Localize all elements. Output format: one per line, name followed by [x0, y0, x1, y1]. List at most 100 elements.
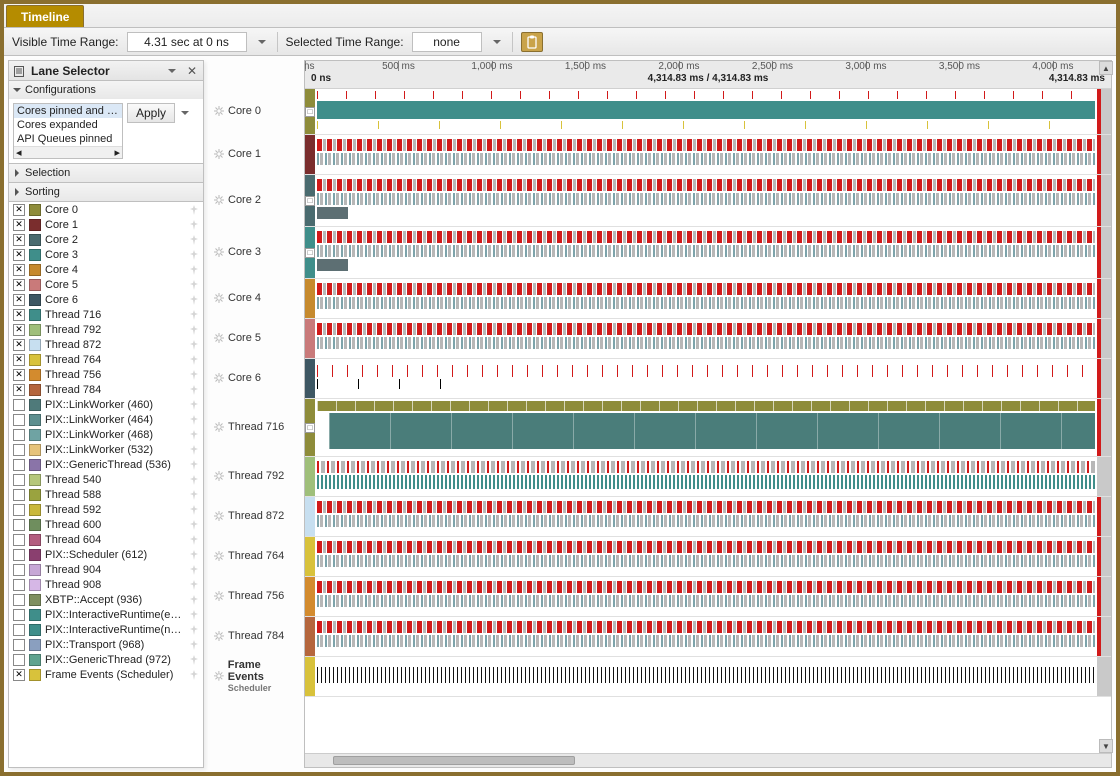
timeline-lane[interactable]: [305, 457, 1111, 497]
pin-icon[interactable]: [189, 400, 199, 410]
lane-list-row[interactable]: Thread 908: [9, 577, 203, 592]
lane-list-row[interactable]: ✕Core 2: [9, 232, 203, 247]
lane-list-row[interactable]: XBTP::Accept (936): [9, 592, 203, 607]
selected-range-dropdown[interactable]: [490, 35, 504, 49]
horizontal-scrollbar[interactable]: [305, 753, 1111, 767]
lane-checkbox[interactable]: ✕: [13, 669, 25, 681]
row-label[interactable]: Core 2: [210, 174, 298, 226]
lane-checkbox[interactable]: ✕: [13, 234, 25, 246]
lane-list-row[interactable]: PIX::GenericThread (972): [9, 652, 203, 667]
gear-icon[interactable]: [214, 106, 224, 116]
lane-list-row[interactable]: Thread 604: [9, 532, 203, 547]
timeline-lane[interactable]: □: [305, 227, 1111, 279]
timeline-lane[interactable]: [305, 497, 1111, 537]
lane-list-row[interactable]: ✕Core 5: [9, 277, 203, 292]
pin-icon[interactable]: [189, 280, 199, 290]
timeline-lane[interactable]: [305, 657, 1111, 697]
lane-checkbox[interactable]: [13, 444, 25, 456]
lane-list-row[interactable]: PIX::LinkWorker (532): [9, 442, 203, 457]
lane-list-row[interactable]: ✕Core 6: [9, 292, 203, 307]
gear-icon[interactable]: [214, 373, 224, 383]
timeline-lane[interactable]: [305, 359, 1111, 399]
lane-checkbox[interactable]: [13, 534, 25, 546]
pin-icon[interactable]: [189, 430, 199, 440]
pin-icon[interactable]: [189, 490, 199, 500]
pin-icon[interactable]: [189, 550, 199, 560]
time-ruler[interactable]: 0 ns 4,314.83 ms / 4,314.83 ms 4,314.83 …: [305, 61, 1111, 89]
lane-checkbox[interactable]: [13, 654, 25, 666]
row-label[interactable]: Thread 872: [210, 496, 298, 536]
pin-icon[interactable]: [189, 595, 199, 605]
row-label[interactable]: Core 1: [210, 134, 298, 174]
lane-list-row[interactable]: PIX::LinkWorker (464): [9, 412, 203, 427]
lane-list-row[interactable]: ✕Thread 716: [9, 307, 203, 322]
config-list[interactable]: Cores pinned and flattenedCores expanded…: [13, 103, 123, 159]
lane-list-row[interactable]: ✕Core 3: [9, 247, 203, 262]
pin-icon[interactable]: [189, 415, 199, 425]
lane-checkbox[interactable]: [13, 639, 25, 651]
config-menu-dropdown[interactable]: [178, 106, 192, 120]
lane-list-row[interactable]: PIX::Transport (968): [9, 637, 203, 652]
lane-list-row[interactable]: PIX::InteractiveRuntime(engine): [9, 607, 203, 622]
lane-list-row[interactable]: ✕Thread 872: [9, 337, 203, 352]
lane-checkbox[interactable]: ✕: [13, 249, 25, 261]
lane-checkbox[interactable]: ✕: [13, 279, 25, 291]
row-label[interactable]: Thread 792: [210, 456, 298, 496]
lane-list-row[interactable]: ✕Thread 792: [9, 322, 203, 337]
pin-icon[interactable]: [189, 370, 199, 380]
gear-icon[interactable]: [214, 422, 224, 432]
config-item[interactable]: API Queues pinned: [14, 132, 122, 146]
gear-icon[interactable]: [214, 471, 224, 481]
config-list-hscroll[interactable]: ◂▸: [14, 146, 122, 158]
gear-icon[interactable]: [214, 551, 224, 561]
pin-icon[interactable]: [189, 640, 199, 650]
pin-icon[interactable]: [189, 460, 199, 470]
timeline-lane[interactable]: □: [305, 399, 1111, 457]
lane-list-row[interactable]: ✕Frame Events (Scheduler): [9, 667, 203, 682]
lane-list-row[interactable]: ✕Thread 756: [9, 367, 203, 382]
lane-selector-close[interactable]: ✕: [185, 64, 199, 78]
apply-button[interactable]: Apply: [127, 103, 175, 123]
row-label[interactable]: Core 5: [210, 318, 298, 358]
lane-list-row[interactable]: ✕Core 4: [9, 262, 203, 277]
lane-list-row[interactable]: Thread 540: [9, 472, 203, 487]
row-label[interactable]: Core 3: [210, 226, 298, 278]
pin-icon[interactable]: [189, 385, 199, 395]
lane-list-row[interactable]: Thread 600: [9, 517, 203, 532]
timeline-lane[interactable]: [305, 617, 1111, 657]
lane-list-row[interactable]: Thread 588: [9, 487, 203, 502]
lane-list-row[interactable]: ✕Core 0: [9, 202, 203, 217]
pin-icon[interactable]: [189, 205, 199, 215]
pin-icon[interactable]: [189, 340, 199, 350]
lane-checkbox[interactable]: ✕: [13, 324, 25, 336]
clipboard-button[interactable]: [521, 32, 543, 52]
pin-icon[interactable]: [189, 625, 199, 635]
row-label[interactable]: Core 6: [210, 358, 298, 398]
pin-icon[interactable]: [189, 610, 199, 620]
scroll-down-arrow[interactable]: ▼: [1099, 739, 1113, 753]
pin-icon[interactable]: [189, 325, 199, 335]
gear-icon[interactable]: [214, 293, 224, 303]
lane-checkbox[interactable]: [13, 399, 25, 411]
lane-list-row[interactable]: PIX::LinkWorker (460): [9, 397, 203, 412]
lane-checkbox[interactable]: [13, 549, 25, 561]
lane-expand-toggle[interactable]: □: [305, 248, 315, 258]
lane-list-row[interactable]: ✕Thread 784: [9, 382, 203, 397]
timeline-lane[interactable]: [305, 537, 1111, 577]
gear-icon[interactable]: [214, 631, 224, 641]
lanes-area[interactable]: □□□□: [305, 89, 1111, 753]
config-section-header[interactable]: Configurations: [9, 81, 203, 99]
pin-icon[interactable]: [189, 310, 199, 320]
pin-icon[interactable]: [189, 265, 199, 275]
lane-checkbox[interactable]: ✕: [13, 294, 25, 306]
lane-checkbox[interactable]: ✕: [13, 309, 25, 321]
lane-expand-toggle[interactable]: □: [305, 107, 315, 117]
scroll-up-arrow[interactable]: ▲: [1099, 61, 1113, 75]
row-label[interactable]: Frame EventsScheduler: [210, 656, 298, 696]
gear-icon[interactable]: [214, 591, 224, 601]
row-label[interactable]: Thread 764: [210, 536, 298, 576]
pin-icon[interactable]: [189, 520, 199, 530]
row-label[interactable]: Thread 756: [210, 576, 298, 616]
pin-icon[interactable]: [189, 565, 199, 575]
lane-list-row[interactable]: PIX::GenericThread (536): [9, 457, 203, 472]
